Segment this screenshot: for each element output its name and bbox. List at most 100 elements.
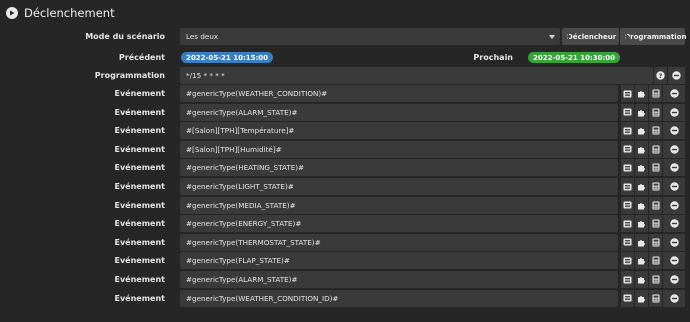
list-icon [623,238,632,246]
event-generic-type-button[interactable] [635,103,648,121]
remove-programming-button[interactable] [668,67,685,84]
event-input[interactable]: #genericType(ALARM_STATE)# [180,271,618,288]
event-input[interactable]: #genericType(LIGHT_STATE)# [180,178,618,195]
event-expression-button[interactable] [649,122,662,140]
previous-next-row: Précédent 2022-05-21 10:15:00 Prochain 2… [0,49,690,66]
remove-event-button[interactable] [663,252,685,270]
event-expression-button[interactable] [649,103,662,121]
puzzle-icon [637,89,646,98]
remove-event-button[interactable] [663,122,685,140]
event-label: Evénement [114,89,165,98]
calculator-icon [652,145,660,154]
event-expression-button[interactable] [649,233,662,251]
list-icon [623,294,632,302]
help-button[interactable]: ? [654,67,667,84]
event-generic-type-button[interactable] [635,85,648,102]
puzzle-icon [637,256,646,265]
section-title: Déclenchement [24,6,115,20]
event-value: #genericType(MEDIA_STATE)# [186,200,296,210]
event-expression-button[interactable] [649,215,662,233]
event-input[interactable]: #genericType(HEATING_STATE)# [180,159,618,177]
event-input[interactable]: #genericType(WEATHER_CONDITION)# [180,85,618,102]
event-list-button[interactable] [621,271,634,288]
event-list-button[interactable] [621,233,634,251]
event-input[interactable]: #genericType(ENERGY_STATE)# [180,215,618,233]
event-input[interactable]: #genericType(WEATHER_CONDITION_ID)# [180,289,618,307]
event-generic-type-button[interactable] [635,159,648,177]
event-list-button[interactable] [621,252,634,270]
event-list-button[interactable] [621,122,634,140]
event-list-button[interactable] [621,159,634,177]
event-label: Evénement [114,163,165,173]
event-generic-type-button[interactable] [635,196,648,214]
event-label: Evénement [114,144,165,154]
minus-icon [669,219,679,228]
event-generic-type-button[interactable] [635,122,648,140]
event-generic-type-button[interactable] [635,140,648,158]
calculator-icon [652,294,660,303]
event-row: Evénement #genericType(ALARM_STATE)# [0,271,690,288]
event-label: Evénement [114,182,165,191]
add-schedule-label: Programmation [625,32,687,41]
event-generic-type-button[interactable] [635,271,648,288]
event-expression-button[interactable] [649,196,662,214]
remove-event-button[interactable] [663,140,685,158]
event-expression-button[interactable] [649,85,662,102]
remove-event-button[interactable] [663,178,685,195]
previous-date-badge: 2022-05-21 10:15:00 [181,52,274,63]
remove-event-button[interactable] [663,103,685,121]
mode-label: Mode du scénario [85,32,165,41]
event-generic-type-button[interactable] [635,233,648,251]
remove-event-button[interactable] [663,159,685,177]
remove-event-button[interactable] [663,289,685,307]
remove-event-button[interactable] [663,196,685,214]
event-expression-button[interactable] [649,159,662,177]
event-list-button[interactable] [621,215,634,233]
event-list-button[interactable] [621,140,634,158]
event-generic-type-button[interactable] [635,252,648,270]
event-generic-type-button[interactable] [635,178,648,195]
caret-down-icon[interactable] [549,35,555,39]
event-expression-button[interactable] [649,289,662,307]
add-schedule-button[interactable]: Programmation [620,28,687,45]
event-input[interactable]: #[Salon][TPH][Humidité]# [180,140,618,158]
event-generic-type-button[interactable] [635,215,648,233]
mode-select[interactable]: Les deux [180,28,560,45]
event-value: #genericType(WEATHER_CONDITION_ID)# [186,293,339,303]
puzzle-icon [637,219,646,228]
event-row: Evénement #genericType(ALARM_STATE)# [0,103,690,121]
play-circle-icon[interactable] [6,7,18,19]
event-generic-type-button[interactable] [635,289,648,307]
minus-icon [672,71,681,80]
event-input[interactable]: #genericType(ALARM_STATE)# [180,103,618,121]
event-list-button[interactable] [621,85,634,102]
event-input[interactable]: #genericType(THERMOSTAT_STATE)# [180,233,618,251]
event-list-button[interactable] [621,196,634,214]
calculator-icon [652,108,660,117]
event-expression-button[interactable] [649,178,662,195]
minus-icon [669,200,679,210]
event-value: #genericType(FLAP_STATE)# [186,256,290,266]
event-expression-button[interactable] [649,271,662,288]
minus-icon [669,126,679,135]
remove-event-button[interactable] [663,215,685,233]
mode-row: Mode du scénario Les deux Déclencheur Pr… [0,28,690,45]
event-expression-button[interactable] [649,140,662,158]
list-icon [623,108,632,116]
event-input[interactable]: #[Salon][TPH][Température]# [180,122,618,140]
event-input[interactable]: #genericType(MEDIA_STATE)# [180,196,618,214]
list-icon [623,90,632,98]
event-input[interactable]: #genericType(FLAP_STATE)# [180,252,618,270]
minus-icon [669,107,679,117]
event-list-button[interactable] [621,289,634,307]
event-list-button[interactable] [621,178,634,195]
event-expression-button[interactable] [649,252,662,270]
remove-event-button[interactable] [663,271,685,288]
programming-input[interactable]: */15 * * * * [180,67,653,84]
add-trigger-button[interactable]: Déclencheur [562,28,619,45]
svg-text:?: ? [659,72,663,80]
remove-event-button[interactable] [663,233,685,251]
event-list-button[interactable] [621,103,634,121]
event-label: Evénement [114,107,165,117]
remove-event-button[interactable] [663,85,685,102]
